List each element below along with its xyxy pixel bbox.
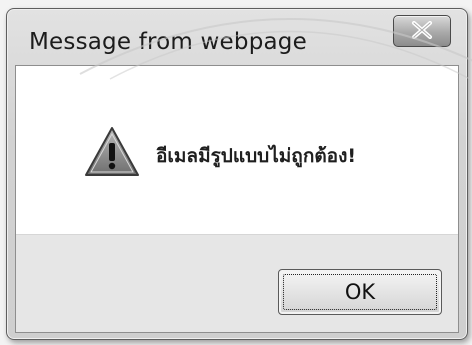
dialog-title: Message from webpage xyxy=(29,29,307,55)
close-icon xyxy=(412,21,432,39)
message-area: อีเมลมีรูปแบบไม่ถูกต้อง! xyxy=(16,66,458,234)
ok-button[interactable]: OK xyxy=(278,269,442,315)
button-bar: OK xyxy=(16,234,458,332)
title-bar[interactable]: Message from webpage xyxy=(7,9,467,63)
ok-button-label: OK xyxy=(283,274,437,310)
screen: Message from webpage อีเมลมีรูปแบบไม่ถูก… xyxy=(0,0,472,345)
dialog-body: อีเมลมีรูปแบบไม่ถูกต้อง! OK xyxy=(15,65,459,333)
close-button[interactable] xyxy=(393,15,451,47)
warning-icon xyxy=(85,127,139,176)
message-dialog: Message from webpage อีเมลมีรูปแบบไม่ถูก… xyxy=(6,8,468,340)
message-text: อีเมลมีรูปแบบไม่ถูกต้อง! xyxy=(156,145,357,167)
